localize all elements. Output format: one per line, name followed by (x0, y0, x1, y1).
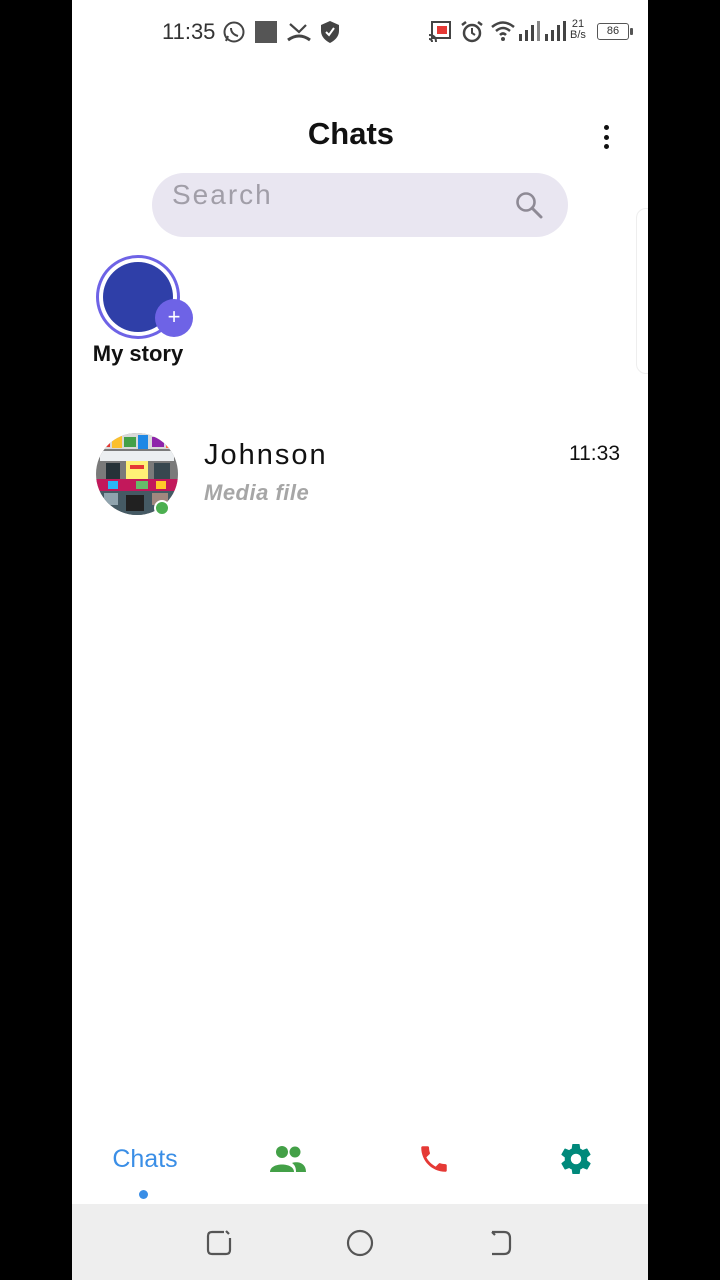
chat-timestamp: 11:33 (569, 442, 620, 465)
add-story-icon[interactable]: + (155, 299, 193, 337)
search-bar (152, 173, 568, 237)
whatsapp-icon (223, 21, 245, 43)
cast-icon (428, 21, 451, 42)
image-icon (255, 21, 277, 43)
chat-contact-name: Johnson (204, 439, 328, 471)
search-icon[interactable] (514, 190, 544, 220)
chat-last-message: Media file (204, 480, 310, 505)
active-tab-indicator (139, 1190, 148, 1199)
more-options-button[interactable] (594, 122, 618, 152)
signal-strength-icon (545, 21, 566, 41)
search-input[interactable] (172, 173, 492, 217)
nav-tab-calls[interactable] (410, 1134, 458, 1184)
battery-indicator: 86 (597, 23, 633, 40)
people-icon (270, 1146, 306, 1172)
nav-tab-chats[interactable]: Chats (100, 1134, 190, 1184)
bottom-navigation: Chats (72, 1120, 648, 1204)
status-bar: 11:35 21 B/s 86 (72, 0, 648, 64)
nav-tab-settings[interactable] (552, 1134, 600, 1184)
online-status-indicator (154, 500, 170, 516)
nav-tab-contacts[interactable] (264, 1134, 312, 1184)
wifi-icon (491, 21, 515, 41)
edge-panel-handle[interactable] (636, 208, 648, 374)
story-label: My story (92, 341, 184, 366)
my-story[interactable]: + My story (88, 255, 193, 370)
shield-icon (321, 21, 339, 43)
app-screen: 11:35 21 B/s 86 Chats Search + My story … (72, 0, 648, 1280)
system-navigation-bar (72, 1204, 648, 1280)
chat-list-item[interactable]: Johnson Media file 11:33 (72, 425, 648, 525)
missed-call-icon (287, 23, 311, 42)
back-icon[interactable] (486, 1228, 516, 1258)
network-speed-unit: B/s (570, 29, 586, 41)
more-vert-icon (603, 125, 609, 130)
signal-strength-icon (519, 21, 540, 41)
home-icon[interactable] (345, 1228, 375, 1258)
page-title: Chats (307, 116, 395, 151)
status-time: 11:35 (162, 19, 216, 44)
phone-icon (421, 1146, 447, 1172)
settings-gear-icon (561, 1144, 591, 1175)
network-speed: 21 B/s (570, 19, 586, 41)
alarm-icon (461, 21, 483, 43)
recent-apps-icon[interactable] (204, 1228, 234, 1258)
